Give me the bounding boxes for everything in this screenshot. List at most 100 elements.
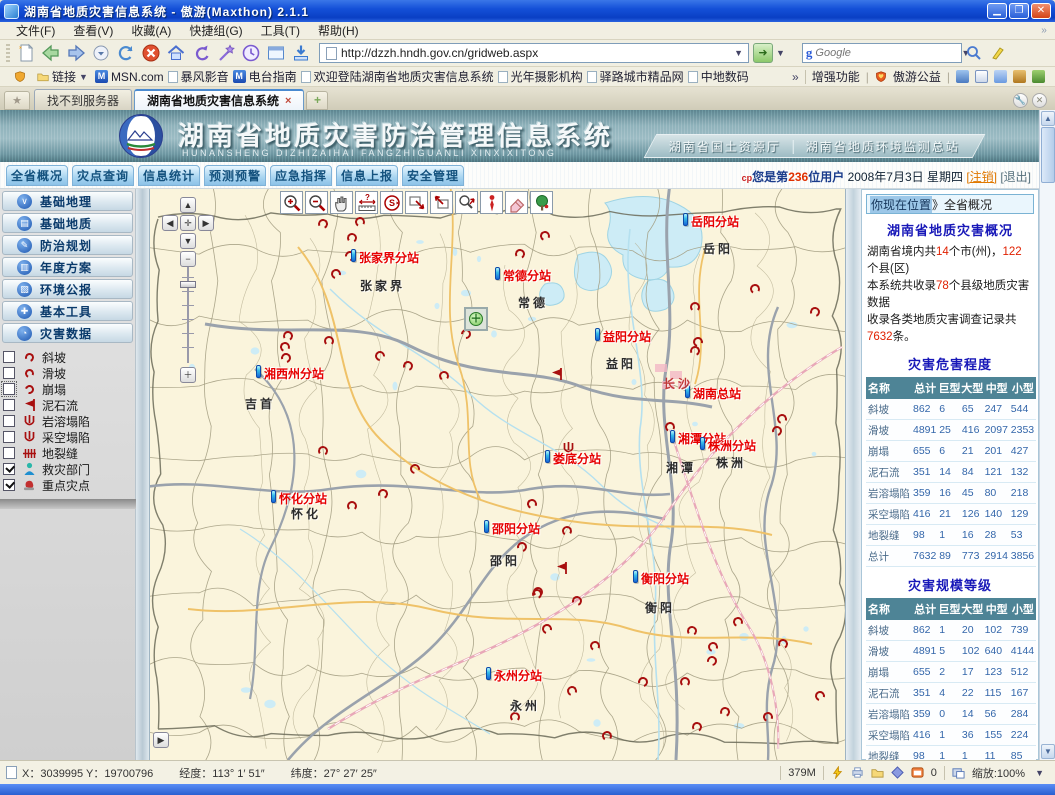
highlight-button[interactable] <box>986 42 1010 64</box>
scroll-thumb[interactable] <box>1041 127 1055 183</box>
browser-tab[interactable]: 湖南省地质灾害信息系统× <box>134 89 304 110</box>
layer-checkbox-岩溶塌陷[interactable] <box>3 415 15 427</box>
links-overflow-button[interactable]: » <box>792 70 799 84</box>
tab-close-icon[interactable]: × <box>285 95 291 107</box>
nav-tab-7[interactable]: 安全管理 <box>402 165 464 186</box>
refresh-button[interactable] <box>114 42 138 64</box>
search-box[interactable]: g ▼ <box>802 43 962 63</box>
zoom-rect-out-button[interactable] <box>430 191 453 214</box>
link-item[interactable]: 光年摄影机构 <box>498 68 583 85</box>
zoom-minus-button[interactable]: − <box>180 251 196 267</box>
link-item[interactable]: M电台指南 <box>233 68 297 85</box>
station-marker[interactable]: 永州分站 <box>486 667 542 684</box>
address-input[interactable] <box>341 46 731 60</box>
sidebar-group[interactable]: ▧环境公报 <box>2 279 133 299</box>
minimize-button[interactable]: ▁ <box>987 3 1007 19</box>
search-input[interactable] <box>815 47 958 59</box>
station-marker[interactable]: 张家界分站 <box>351 249 419 266</box>
mark-point-button[interactable] <box>480 191 503 214</box>
printer-icon[interactable] <box>851 766 864 779</box>
station-marker[interactable]: 邵阳分站 <box>484 520 540 537</box>
station-marker[interactable]: 株洲分站 <box>700 437 756 454</box>
zoom-dropdown-icon[interactable]: ▼ <box>1032 768 1047 778</box>
hazard-marker[interactable] <box>324 336 334 346</box>
overview-map-button[interactable]: ＋ <box>464 307 488 331</box>
menu-item[interactable]: 查看(V) <box>65 21 121 40</box>
restore-button[interactable]: ❐ <box>1009 3 1029 19</box>
link-item[interactable]: 驿路城市精品网 <box>587 68 684 85</box>
pan-button[interactable] <box>330 191 353 214</box>
org-link-monitoring-station[interactable]: 湖南省地质环境监测总站 <box>806 138 960 155</box>
debris-flow-marker[interactable] <box>550 367 563 384</box>
sidebar-group[interactable]: ∨基础地理 <box>2 191 133 211</box>
popup-blocker-icon[interactable] <box>911 766 924 779</box>
new-tab-button[interactable]: + <box>306 91 328 110</box>
plugin-wrench-button[interactable]: 🔧 <box>1013 93 1028 108</box>
forward-button[interactable] <box>64 42 88 64</box>
back-button[interactable] <box>39 42 63 64</box>
station-marker[interactable]: 衡阳分站 <box>633 570 689 587</box>
station-marker[interactable]: 常德分站 <box>495 267 551 284</box>
stop-button[interactable] <box>139 42 163 64</box>
toolbar-collapse-button[interactable]: » <box>1037 24 1051 38</box>
scroll-down-button[interactable]: ▼ <box>1041 744 1055 759</box>
hazard-marker[interactable] <box>347 501 357 511</box>
pan-center-button[interactable]: ✛ <box>180 215 196 231</box>
debris-flow-marker[interactable] <box>555 561 568 578</box>
zoom-slider[interactable] <box>180 267 196 363</box>
hazard-marker[interactable] <box>533 587 543 597</box>
layer-checkbox-滑坡[interactable] <box>3 367 15 379</box>
sidebar-group[interactable]: ✚基本工具 <box>2 301 133 321</box>
close-button[interactable]: ✕ <box>1031 3 1051 19</box>
charity-link[interactable]: 傲游公益 <box>893 68 941 85</box>
map-viewport[interactable]: 岳阳分站张家界分站常德分站益阳分站湘西州分站湖南总站湘潭分站株洲分站娄底分站怀化… <box>150 189 845 760</box>
link-item[interactable]: 中地数码 <box>688 68 749 85</box>
nav-tab-6[interactable]: 信息上报 <box>336 165 398 186</box>
search-button[interactable] <box>962 42 986 64</box>
address-bar[interactable]: ▼ <box>319 43 749 63</box>
nav-tab-3[interactable]: 信息统计 <box>138 165 200 186</box>
pan-west-button[interactable]: ◀ <box>162 215 178 231</box>
sidebar-group[interactable]: ◔灾害数据 <box>2 323 133 343</box>
measure-area-button[interactable]: S <box>380 191 403 214</box>
sidebar-group[interactable]: ▤基础地质 <box>2 213 133 233</box>
enhance-features-link[interactable]: 增强功能 <box>812 68 860 85</box>
link-item[interactable]: 欢迎登陆湖南省地质灾害信息系统 <box>301 68 494 85</box>
filter-button[interactable] <box>214 42 238 64</box>
sidebar-group[interactable]: ✎防治规划 <box>2 235 133 255</box>
zoom-rect-button[interactable] <box>405 191 428 214</box>
full-extent-button[interactable] <box>530 191 553 214</box>
go-dropdown-icon[interactable]: ▼ <box>773 48 788 58</box>
nav-tab-5[interactable]: 应急指挥 <box>270 165 332 186</box>
hazard-marker[interactable] <box>690 302 700 312</box>
layer-checkbox-救灾部门[interactable] <box>3 463 15 475</box>
menu-item[interactable]: 帮助(H) <box>310 21 367 40</box>
zoom-level[interactable]: 缩放:100% <box>972 765 1025 781</box>
right-splitter[interactable] <box>845 189 861 760</box>
sidebar-group[interactable]: ▥年度方案 <box>2 257 133 277</box>
measure-distance-button[interactable]: ? <box>355 191 378 214</box>
sidebar-collapse-button[interactable]: ▶ <box>153 732 169 748</box>
pan-east-button[interactable]: ▶ <box>198 215 214 231</box>
exit-link[interactable]: [退出] <box>1000 170 1031 184</box>
layer-checkbox-采空塌陷[interactable] <box>3 431 15 443</box>
layer-checkbox-斜坡[interactable] <box>3 351 15 363</box>
link-item[interactable]: 暴风影音 <box>168 68 229 85</box>
window-panel-icon[interactable] <box>975 70 988 83</box>
undo-button[interactable] <box>189 42 213 64</box>
station-marker[interactable]: 湘西州分站 <box>256 365 324 382</box>
user-panel-icon[interactable] <box>956 70 969 83</box>
links-folder[interactable]: 链接▼ <box>52 68 91 85</box>
new-page-button[interactable] <box>14 42 38 64</box>
menu-item[interactable]: 快捷组(G) <box>181 21 250 40</box>
boost-icon[interactable] <box>831 766 844 779</box>
station-marker[interactable]: 湖南总站 <box>685 385 741 402</box>
layer-checkbox-重点灾点[interactable] <box>3 479 15 491</box>
station-marker[interactable]: 娄底分站 <box>545 450 601 467</box>
home-button[interactable] <box>164 42 188 64</box>
folder-icon[interactable] <box>871 766 884 779</box>
layer-checkbox-地裂缝[interactable] <box>3 447 15 459</box>
link-item[interactable]: MMSN.com <box>95 70 164 84</box>
zoom-slider-handle[interactable] <box>180 281 196 288</box>
page-dropdown-button[interactable] <box>89 42 113 64</box>
